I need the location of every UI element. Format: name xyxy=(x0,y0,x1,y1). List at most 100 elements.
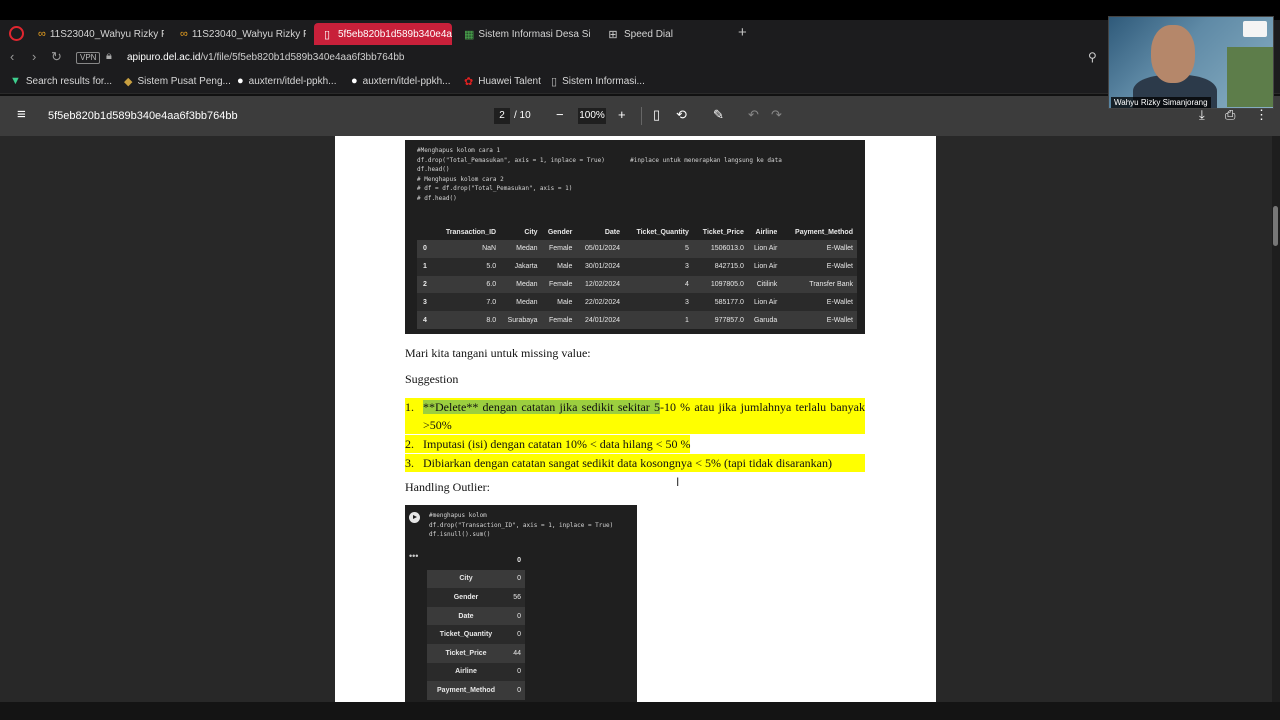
scroll-thumb[interactable] xyxy=(1273,206,1278,246)
zoom-in-icon[interactable]: + xyxy=(618,107,626,122)
tab-label: Speed Dial xyxy=(624,28,673,40)
code-line: df.drop("Transaction_ID", axis = 1, inpl… xyxy=(429,521,614,529)
fit-page-icon[interactable]: ▯ xyxy=(653,107,660,123)
table-row: 0 NaN Medan Female 05/01/2024 5 1506013.0 Lion … xyxy=(417,240,857,258)
table-cell: 585177.0 xyxy=(692,293,748,312)
url-path: /v1/file/5f5eb820b1d589b340e4aa6f3bb764b… xyxy=(200,52,405,63)
bookmark-5[interactable]: ✿ Huawei Talent xyxy=(464,75,541,88)
bookmark-label: auxtern/itdel-ppkh... xyxy=(362,75,451,87)
table-cell: 6.0 xyxy=(433,275,501,294)
null-count-cell: 56 xyxy=(505,588,525,607)
lock-icon[interactable]: 🔒︎ xyxy=(106,50,112,63)
tab-label: 5f5eb820b1d589b340e4a xyxy=(337,28,452,40)
table-cell: Transfer Bank xyxy=(781,275,857,294)
bookmark-2[interactable]: ◆ Sistem Pusat Peng... xyxy=(124,75,231,88)
bookmark-label: auxtern/itdel-ppkh... xyxy=(248,75,337,87)
url-field[interactable]: apipuro.del.ac.id/v1/file/5f5eb820b1d589… xyxy=(127,52,404,63)
tab-speed-dial[interactable]: ⊞ Speed Dial xyxy=(600,23,700,45)
annotate-icon[interactable]: ✎ xyxy=(713,107,724,123)
table-row: 2 6.0 Medan Female 12/02/2024 4 1097805.0 Citil… xyxy=(417,275,857,294)
table-cell: 5 xyxy=(624,240,693,258)
dataframe-table: Transaction_ID City Gender Date Ticket_Q… xyxy=(417,224,857,329)
table-cell: NaN xyxy=(433,240,501,258)
table-cell: 4 xyxy=(417,311,434,329)
table-row: Gender 56 xyxy=(427,588,525,607)
table-cell: 12/02/2024 xyxy=(576,275,625,294)
table-cell: Citilink xyxy=(747,275,782,294)
table-row: Airline 0 xyxy=(427,662,525,682)
header-blank xyxy=(427,551,505,570)
page-number-input[interactable]: 2 xyxy=(494,108,510,124)
tab-active-pdf[interactable]: ▯ 5f5eb820b1d589b340e4a xyxy=(314,23,452,45)
menu-icon[interactable]: ≡ xyxy=(17,106,26,123)
bookmark-label: Huawei Talent xyxy=(478,76,541,87)
list-text: **Delete** dengan catatan jika sedikit s… xyxy=(423,398,865,434)
table-cell: Male xyxy=(541,293,577,312)
opera-logo-icon[interactable] xyxy=(9,26,24,41)
output-menu-icon[interactable]: ••• xyxy=(409,551,418,561)
print-icon[interactable]: ⎙ xyxy=(1225,107,1235,123)
run-cell-icon[interactable] xyxy=(409,512,420,523)
table-cell: Lion Air xyxy=(747,240,782,258)
more-options-icon[interactable]: ⋮ xyxy=(1255,107,1268,123)
table-row: Payment_Method 0 xyxy=(427,681,525,700)
table-row: Ticket_Price 44 xyxy=(427,643,525,663)
table-cell: 5.0 xyxy=(433,257,501,276)
table-header-row: 0 xyxy=(427,551,525,570)
column-header: Ticket_Price xyxy=(702,228,744,236)
table-row: 4 8.0 Surabaya Female 24/01/2024 1 977857.0 Gar… xyxy=(417,311,857,329)
new-tab-icon[interactable]: + xyxy=(738,24,747,41)
infinity-icon: ∞ xyxy=(38,28,46,40)
list-item: 1. **Delete** dengan catatan jika sediki… xyxy=(405,398,865,434)
list-number: 3. xyxy=(405,454,423,472)
table-cell: Lion Air xyxy=(747,257,782,276)
url-host: apipuro.del.ac.id xyxy=(127,52,201,63)
undo-icon[interactable]: ↶ xyxy=(748,107,759,123)
column-header: Gender xyxy=(547,228,573,236)
bookmark-1[interactable]: ▼ Search results for... xyxy=(10,75,112,87)
highlight-green: **Delete** dengan catatan jika sedikit s… xyxy=(423,400,660,414)
redo-icon[interactable]: ↷ xyxy=(771,107,782,123)
bookmark-4[interactable]: ● auxtern/itdel-ppkh... xyxy=(351,75,450,87)
bookmark-6[interactable]: ▯ Sistem Informasi... xyxy=(551,75,645,88)
list-item: 2. Imputasi (isi) dengan catatan 10% < d… xyxy=(405,435,865,453)
bookmark-3[interactable]: ● auxtern/itdel-ppkh... xyxy=(237,75,336,87)
reload-icon[interactable]: ↻ xyxy=(51,49,62,65)
code-line: df.drop("Total_Pemasukan", axis = 1, inp… xyxy=(417,156,782,164)
bookmark-label: Sistem Informasi... xyxy=(562,76,645,87)
vpn-badge[interactable]: VPN xyxy=(76,52,101,64)
table-row: City 0 xyxy=(427,569,525,589)
code-line: df.head() xyxy=(417,166,450,173)
code-block: #Menghapus kolom cara 1 df.drop("Total_P… xyxy=(417,146,782,203)
file-icon: ▯ xyxy=(551,76,558,88)
zoom-out-icon[interactable]: − xyxy=(556,107,564,122)
table-header-row: Transaction_ID City Gender Date Ticket_Q… xyxy=(417,224,857,240)
column-header: Date xyxy=(604,228,621,236)
pdf-icon: ▯ xyxy=(323,28,331,41)
table-cell: 1 xyxy=(417,257,434,276)
table-row: Ticket_Quantity 0 xyxy=(427,625,525,644)
vertical-scrollbar[interactable] xyxy=(1272,136,1280,702)
paragraph-suggestion: Suggestion xyxy=(405,372,459,386)
tab-4[interactable]: ▦ Sistem Informasi Desa Sib xyxy=(458,23,590,45)
column-header xyxy=(417,224,434,240)
table-cell: E-Wallet xyxy=(781,257,857,276)
rotate-icon[interactable]: ⟲ xyxy=(676,107,687,123)
column-name-cell: Ticket_Price xyxy=(427,643,505,663)
code-line: # df = df.drop("Total_Pemasukan", axis =… xyxy=(417,185,573,192)
tab-1[interactable]: ∞ 11S23040_Wahyu Rizky F xyxy=(32,23,164,45)
zoom-input[interactable]: 100% xyxy=(578,108,606,124)
back-icon[interactable]: ‹ xyxy=(10,49,14,64)
table-row: 1 5.0 Jakarta Male 30/01/2024 3 842715.0 Lion A… xyxy=(417,257,857,276)
person-face xyxy=(1151,25,1195,83)
pin-icon[interactable]: ⚲ xyxy=(1088,50,1097,64)
bookmark-label: Search results for... xyxy=(25,75,113,87)
column-header: Transaction_ID xyxy=(445,228,497,236)
null-count-cell: 0 xyxy=(505,569,525,589)
table-cell: 2 xyxy=(417,275,434,294)
forward-icon[interactable]: › xyxy=(32,49,36,64)
download-icon[interactable]: ⤓ xyxy=(1199,107,1205,123)
null-count-cell: 44 xyxy=(505,643,525,663)
github-icon: ● xyxy=(351,75,358,87)
tab-2[interactable]: ∞ 11S23040_Wahyu Rizky F xyxy=(174,23,306,45)
